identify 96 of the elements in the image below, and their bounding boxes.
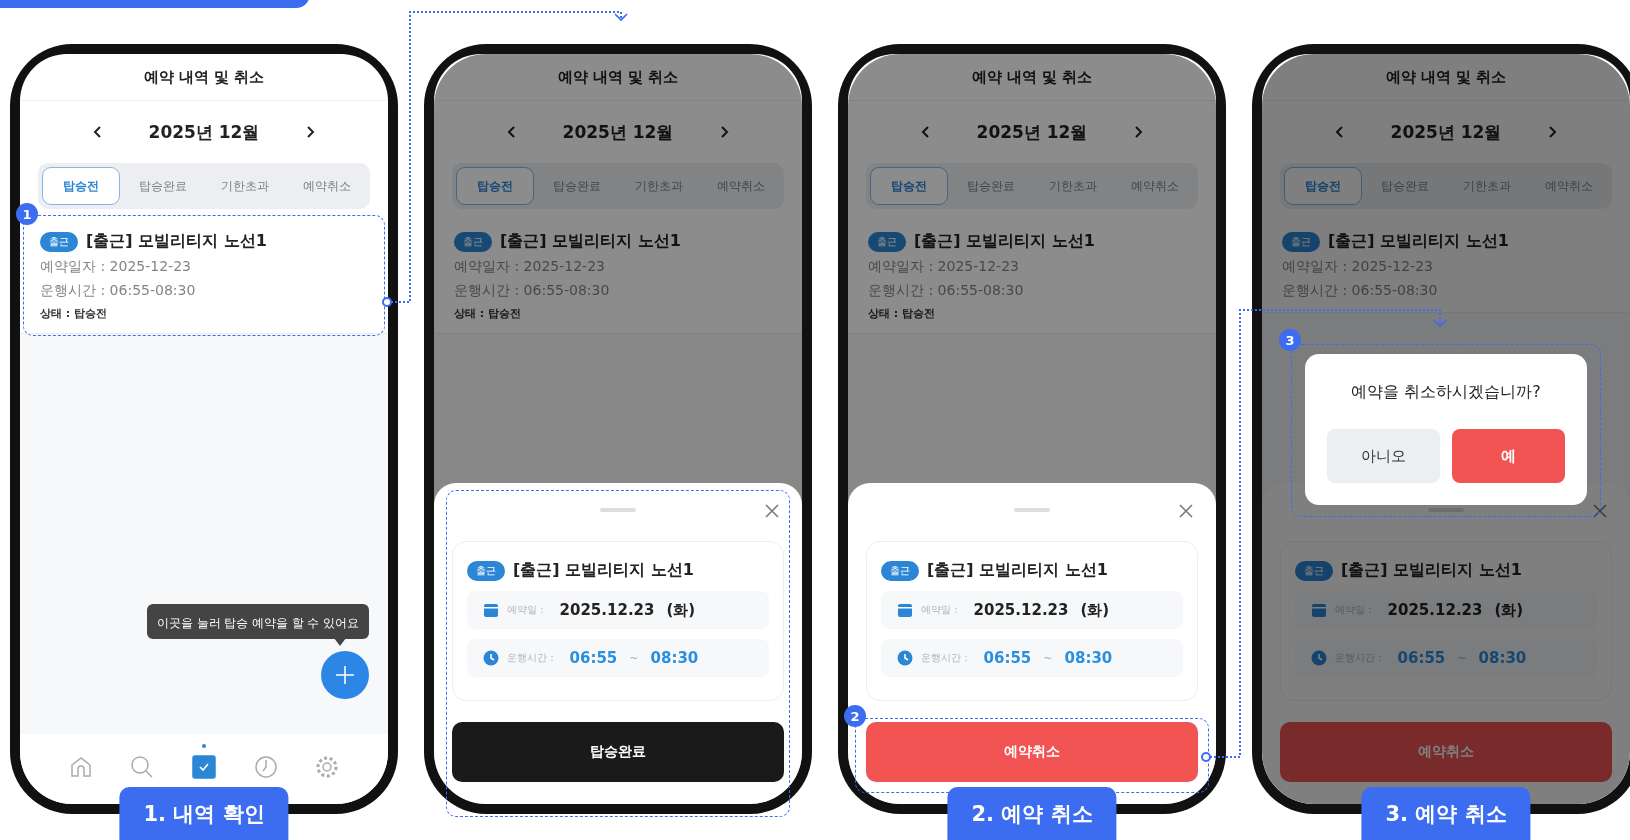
reservation-date: 예약일자 : 2025-12-23 bbox=[454, 258, 606, 276]
step-caption: 3. 예약 취소 bbox=[1361, 787, 1531, 840]
start-time: 06:55 bbox=[1397, 649, 1446, 667]
time-label: 운행시간 : bbox=[507, 651, 554, 665]
close-icon[interactable] bbox=[1592, 503, 1608, 519]
date-label: 예약일 : bbox=[921, 603, 958, 617]
status-tab[interactable]: 탑승완료 bbox=[1366, 167, 1444, 205]
operating-time: 운행시간 : 06:55-08:30 bbox=[40, 282, 197, 300]
status-tab[interactable]: 탑승전 bbox=[1284, 167, 1362, 205]
route-name: [출근] 모빌리티지 노선1 bbox=[1328, 231, 1509, 252]
boarding-complete-button[interactable]: 탑승완료 bbox=[452, 722, 784, 782]
step-marker: 2 bbox=[844, 705, 866, 727]
reservation-date: 예약일자 : 2025-12-23 bbox=[868, 258, 1020, 276]
route-name: [출근] 모빌리티지 노선1 bbox=[914, 231, 1095, 252]
commute-badge: 출근 bbox=[454, 231, 492, 252]
step-marker: 3 bbox=[1279, 329, 1301, 351]
calendar-icon bbox=[1311, 602, 1327, 618]
step-marker: 1 bbox=[16, 203, 38, 225]
end-time: 08:30 bbox=[1064, 649, 1113, 667]
status-tab[interactable]: 탑승전 bbox=[456, 167, 534, 205]
commute-badge: 출근 bbox=[868, 231, 906, 252]
end-time: 08:30 bbox=[650, 649, 699, 667]
reservation-date: 예약일자 : 2025-12-23 bbox=[1282, 258, 1434, 276]
month-label: 2025년 12월 bbox=[1390, 120, 1502, 144]
reservation-status: 상태 : 탑승전 bbox=[868, 306, 937, 321]
start-time: 06:55 bbox=[983, 649, 1032, 667]
status-tab[interactable]: 기한초과 bbox=[1034, 167, 1112, 205]
calendar-icon bbox=[897, 602, 913, 618]
status-tab[interactable]: 기한초과 bbox=[620, 167, 698, 205]
cancel-reservation-button[interactable]: 예약취소 bbox=[1280, 722, 1612, 782]
reservation-item[interactable]: 출근 [출근] 모빌리티지 노선1 예약일자 : 2025-12-23 운행시간 : 06:55-08:30 상태 : 탑승전 bbox=[20, 219, 388, 334]
start-time: 06:55 bbox=[569, 649, 618, 667]
calendar-icon bbox=[483, 602, 499, 618]
confirm-button[interactable]: 예 bbox=[1452, 429, 1565, 483]
status-tab[interactable]: 탑승완료 bbox=[538, 167, 616, 205]
operating-time: 운행시간 : 06:55-08:30 bbox=[454, 282, 611, 300]
reservation-status: 상태 : 탑승전 bbox=[454, 306, 523, 321]
commute-badge: 출근 bbox=[881, 560, 919, 581]
status-tab[interactable]: 예약취소 bbox=[1116, 167, 1194, 205]
dismiss-button[interactable]: 아니오 bbox=[1327, 429, 1440, 483]
time-separator: ~ bbox=[1457, 651, 1467, 665]
reservation-item[interactable]: 출근 [출근] 모빌리티지 노선1 예약일자 : 2025-12-23 운행시간 : 06:55-08:30 상태 : 탑승전 bbox=[434, 219, 802, 334]
operating-time: 운행시간 : 06:55-08:30 bbox=[1282, 282, 1439, 300]
screen-title: 예약 내역 및 취소 bbox=[143, 67, 265, 87]
step-caption: 1. 내역 확인 bbox=[119, 787, 289, 840]
status-tab[interactable]: 기한초과 bbox=[206, 167, 284, 205]
commute-badge: 출근 bbox=[1295, 560, 1333, 581]
reservation-date: 예약일자 : 2025-12-23 bbox=[40, 258, 192, 276]
commute-badge: 출근 bbox=[467, 560, 505, 581]
date-value: 2025.12.23 bbox=[1387, 601, 1483, 619]
date-value: 2025.12.23 bbox=[973, 601, 1069, 619]
clock-icon bbox=[1311, 650, 1327, 666]
screen-title: 예약 내역 및 취소 bbox=[557, 67, 679, 87]
step-caption: 2. 예약 취소 bbox=[947, 787, 1117, 840]
close-icon[interactable] bbox=[1178, 503, 1194, 519]
screen-title: 예약 내역 및 취소 bbox=[1385, 67, 1507, 87]
reservation-item[interactable]: 출근 [출근] 모빌리티지 노선1 예약일자 : 2025-12-23 운행시간 : 06:55-08:30 bbox=[1262, 219, 1630, 313]
status-tab[interactable]: 탑승전 bbox=[870, 167, 948, 205]
month-label: 2025년 12월 bbox=[976, 120, 1088, 144]
time-label: 운행시간 : bbox=[921, 651, 968, 665]
route-name: [출근] 모빌리티지 노선1 bbox=[500, 231, 681, 252]
weekday: (화) bbox=[1080, 600, 1110, 620]
plus-icon bbox=[333, 663, 357, 687]
date-value: 2025.12.23 bbox=[559, 601, 655, 619]
screen-title: 예약 내역 및 취소 bbox=[971, 67, 1093, 87]
tooltip-text: 이곳을 눌러 탑승 예약을 할 수 있어요 bbox=[157, 616, 359, 630]
dialog-message: 예약을 취소하시겠습니까? bbox=[1351, 382, 1541, 403]
route-name: [출근] 모빌리티지 노선1 bbox=[86, 231, 267, 252]
add-button[interactable] bbox=[321, 651, 369, 699]
route-name: [출근] 모빌리티지 노선1 bbox=[513, 560, 694, 581]
weekday: (화) bbox=[1494, 600, 1524, 620]
operating-time: 운행시간 : 06:55-08:30 bbox=[868, 282, 1025, 300]
weekday: (화) bbox=[666, 600, 696, 620]
status-tab[interactable]: 예약취소 bbox=[288, 167, 366, 205]
sheet-handle[interactable] bbox=[1014, 508, 1050, 512]
commute-badge: 출근 bbox=[1282, 231, 1320, 252]
date-label: 예약일 : bbox=[507, 603, 544, 617]
close-icon[interactable] bbox=[764, 503, 780, 519]
reservation-status: 상태 : 탑승전 bbox=[40, 306, 109, 321]
month-label: 2025년 12월 bbox=[148, 120, 260, 144]
route-name: [출근] 모빌리티지 노선1 bbox=[927, 560, 1108, 581]
commute-badge: 출근 bbox=[40, 231, 78, 252]
clock-icon bbox=[897, 650, 913, 666]
status-tab[interactable]: 탑승전 bbox=[42, 167, 120, 205]
time-separator: ~ bbox=[1043, 651, 1053, 665]
month-label: 2025년 12월 bbox=[562, 120, 674, 144]
clock-icon bbox=[483, 650, 499, 666]
status-tab[interactable]: 탑승완료 bbox=[952, 167, 1030, 205]
time-separator: ~ bbox=[629, 651, 639, 665]
status-tab[interactable]: 예약취소 bbox=[702, 167, 780, 205]
end-time: 08:30 bbox=[1478, 649, 1527, 667]
status-tab[interactable]: 탑승완료 bbox=[124, 167, 202, 205]
reservation-item[interactable]: 출근 [출근] 모빌리티지 노선1 예약일자 : 2025-12-23 운행시간 : 06:55-08:30 상태 : 탑승전 bbox=[848, 219, 1216, 334]
cancel-reservation-button[interactable]: 예약취소 bbox=[866, 722, 1198, 782]
sheet-handle[interactable] bbox=[600, 508, 636, 512]
route-name: [출근] 모빌리티지 노선1 bbox=[1341, 560, 1522, 581]
